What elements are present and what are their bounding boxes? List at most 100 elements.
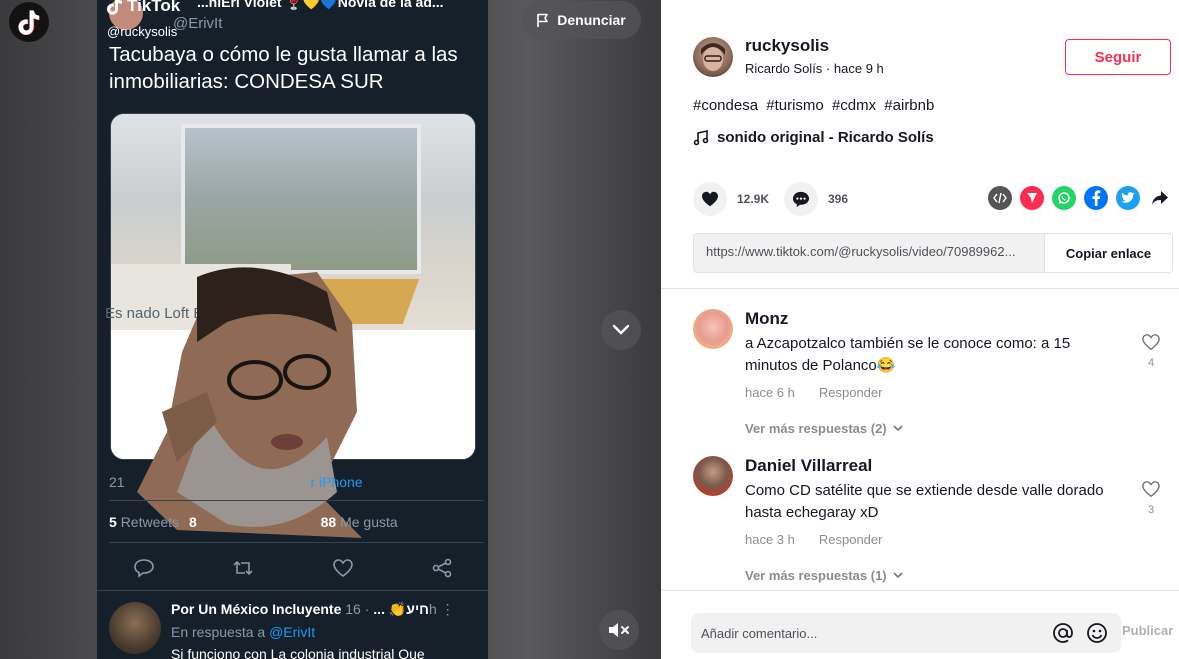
report-button[interactable]: Denunciar	[521, 1, 641, 39]
tweet-author-handle: @ErivIt	[173, 15, 223, 32]
reply-header: Por Un México Incluyente חיע👏 ... · 16h …	[171, 601, 455, 618]
chevron-down-icon	[893, 572, 903, 579]
copy-link-button[interactable]: Copiar enlace	[1044, 234, 1172, 272]
report-label: Denunciar	[557, 12, 626, 28]
share-buttons	[988, 186, 1172, 210]
tweet-date: 21	[109, 474, 125, 490]
comment-input[interactable]: Añadir comentario...	[691, 613, 1121, 653]
music-title: sonido original - Ricardo Solís	[717, 129, 934, 146]
hashtag-link[interactable]: #cdmx	[832, 97, 876, 114]
likes-count: 12.9K	[737, 192, 770, 206]
retweet-icon	[233, 560, 253, 576]
comment-text: Como CD satélite que se extiende desde v…	[745, 482, 1104, 521]
music-link[interactable]: sonido original - Ricardo Solís	[693, 129, 934, 146]
creator-face-overlay	[137, 267, 362, 538]
hashtag-link[interactable]: #airbnb	[884, 97, 934, 114]
reply-text: Si funciono con La colonia industrial Qu…	[171, 646, 425, 659]
retweets-count: 5	[109, 514, 117, 530]
heart-outline-icon[interactable]	[1141, 333, 1161, 351]
like-icon	[332, 559, 353, 577]
view-more-replies[interactable]: Ver más respuestas (2)	[745, 421, 903, 436]
share-arrow-glyph	[1152, 191, 1168, 205]
comment-author[interactable]: Daniel Villarreal	[745, 456, 872, 476]
publish-button[interactable]: Publicar	[1122, 623, 1173, 638]
comment-time: hace 6 h	[745, 385, 795, 400]
watermark-brand: TikTok	[127, 0, 181, 15]
emoji-icon[interactable]	[1083, 619, 1111, 647]
hashtag-link[interactable]: #condesa	[693, 97, 758, 114]
view-more-replies[interactable]: Ver más respuestas (1)	[745, 568, 903, 583]
tweet-text: Tacubaya o cómo le gusta llamar a las in…	[109, 43, 458, 93]
like-action[interactable]: 12.9K	[693, 182, 769, 216]
whatsapp-icon[interactable]	[1052, 186, 1076, 210]
chevron-down-icon	[893, 425, 903, 432]
tweet-likes-label: Me gusta	[340, 514, 398, 530]
tweet-meta: 21 r iPhone	[109, 474, 363, 490]
hashtag-link[interactable]: #turismo	[766, 97, 824, 114]
reply-button[interactable]: Responder	[819, 385, 883, 400]
view-more-label: Ver más respuestas (1)	[745, 568, 887, 583]
watermark-username: @ruckysolis	[107, 24, 178, 39]
video-frame[interactable]: TikTok ...hiEri Violet 🍷💛💙Novia de la ad…	[97, 0, 488, 659]
comment-like-count: 3	[1147, 504, 1155, 516]
tweet-likes-count: 88	[320, 514, 337, 530]
reply-author-avatar	[109, 602, 161, 654]
divider	[109, 542, 484, 543]
divider	[109, 500, 484, 501]
comment-text: a Azcapotzalco también se le conoce como…	[745, 335, 1071, 374]
embed-icon[interactable]	[988, 186, 1012, 210]
facebook-glyph	[1092, 190, 1101, 206]
comment-like[interactable]: 3	[1139, 480, 1163, 516]
tiktok-logo[interactable]	[9, 2, 49, 42]
facebook-icon[interactable]	[1084, 186, 1108, 210]
share-icon	[432, 558, 452, 578]
comment-like[interactable]: 4	[1139, 333, 1163, 369]
comment-placeholder: Añadir comentario...	[701, 625, 818, 641]
mute-button[interactable]	[599, 610, 639, 650]
video-player[interactable]: TikTok ...hiEri Violet 🍷💛💙Novia de la ad…	[0, 0, 661, 659]
reply-button[interactable]: Responder	[819, 532, 883, 547]
follow-button[interactable]: Seguir	[1065, 39, 1171, 75]
comment-author[interactable]: Monz	[745, 309, 788, 329]
whatsapp-glyph	[1058, 192, 1070, 204]
embed-glyph	[993, 192, 1007, 204]
comment-time: hace 3 h	[745, 532, 795, 547]
reply-author-name: Por Un México Incluyente חיע👏 ...	[171, 601, 429, 617]
tweet-stats: 5 Retweets 8 88 Me gusta	[109, 514, 398, 530]
tweet-author-name: ...hiEri Violet 🍷💛💙Novia de la ad...	[197, 0, 444, 10]
tweet-source: r iPhone	[310, 474, 363, 490]
avatar-face	[701, 43, 725, 71]
chevron-down-icon	[612, 324, 630, 335]
comment-avatar[interactable]	[693, 456, 733, 496]
flag-icon	[537, 13, 549, 27]
like-button[interactable]	[693, 182, 727, 216]
volume-muted-icon	[609, 623, 629, 637]
video-link-url[interactable]: https://www.tiktok.com/@ruckysolis/video…	[694, 234, 1044, 272]
mention-icon[interactable]	[1049, 619, 1077, 647]
author-username[interactable]: ruckysolis	[745, 36, 829, 56]
share-arrow-icon[interactable]	[1148, 186, 1172, 210]
smiley-glyph	[1087, 623, 1107, 643]
comment-action[interactable]: 396	[784, 182, 848, 216]
comments-count: 396	[828, 192, 849, 206]
twitter-icon[interactable]	[1116, 186, 1140, 210]
retweets-label: Retweets	[120, 514, 180, 530]
reply-icon	[134, 559, 154, 578]
more-dots-icon: ⋮	[440, 601, 455, 617]
tiktok-icon	[18, 9, 40, 35]
send-icon[interactable]	[1020, 186, 1044, 210]
author-avatar[interactable]	[693, 37, 733, 77]
comment-avatar[interactable]	[693, 309, 733, 349]
heart-outline-icon[interactable]	[1141, 480, 1161, 498]
window-view	[181, 124, 421, 274]
comment-button[interactable]	[784, 182, 818, 216]
tweet-actions	[133, 558, 453, 578]
author-subline: Ricardo Solís · hace 9 h	[745, 61, 884, 76]
comment-like-count: 4	[1147, 357, 1155, 369]
reply-context: En respuesta a @ErivIt	[171, 624, 315, 640]
tiktok-video-page: TikTok ...hiEri Violet 🍷💛💙Novia de la ad…	[0, 0, 1179, 659]
in-reply-prefix: En respuesta a	[171, 624, 266, 640]
separator-dot: ·	[825, 61, 834, 76]
next-video-button[interactable]	[601, 310, 641, 350]
comment-meta: hace 3 h Responder	[745, 532, 882, 547]
